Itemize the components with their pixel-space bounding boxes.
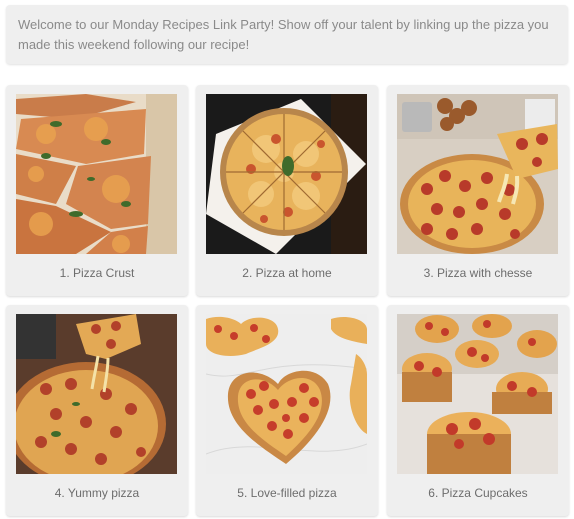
entry-caption[interactable]: 6. Pizza Cupcakes [387, 483, 569, 503]
entry-thumbnail[interactable] [206, 94, 367, 254]
entry-caption[interactable]: 1. Pizza Crust [6, 263, 188, 283]
entry-thumbnail[interactable] [206, 314, 367, 474]
link-party-entry[interactable]: 4. Yummy pizza [6, 305, 188, 516]
pizza-at-home-image [206, 94, 367, 254]
yummy-pizza-image [16, 314, 177, 474]
entry-thumbnail[interactable] [16, 314, 177, 474]
entry-caption[interactable]: 2. Pizza at home [196, 263, 378, 283]
link-party-entry[interactable]: 1. Pizza Crust [6, 85, 188, 296]
link-party-entry[interactable]: 2. Pizza at home [196, 85, 378, 296]
pizza-with-cheese-image [397, 94, 558, 254]
link-party-entry[interactable]: 5. Love-filled pizza [196, 305, 378, 516]
entry-caption[interactable]: 4. Yummy pizza [6, 483, 188, 503]
entry-thumbnail[interactable] [397, 94, 558, 254]
link-party-entry[interactable]: 3. Pizza with chesse [387, 85, 569, 296]
intro-message: Welcome to our Monday Recipes Link Party… [6, 5, 568, 64]
entry-caption[interactable]: 3. Pizza with chesse [387, 263, 569, 283]
link-party-entry[interactable]: 6. Pizza Cupcakes [387, 305, 569, 516]
entry-thumbnail[interactable] [397, 314, 558, 474]
pizza-crust-image [16, 94, 177, 254]
heart-pizza-image [206, 314, 367, 474]
pizza-cupcakes-image [397, 314, 558, 474]
entry-caption[interactable]: 5. Love-filled pizza [196, 483, 378, 503]
entry-thumbnail[interactable] [16, 94, 177, 254]
